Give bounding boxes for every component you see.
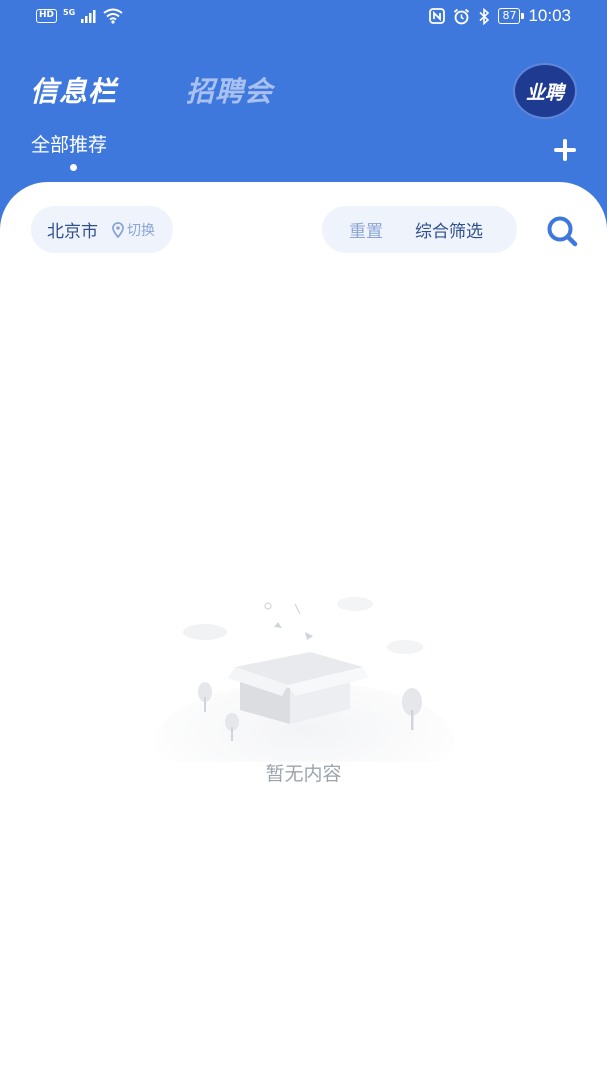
- logo-text: 业聘: [525, 81, 564, 104]
- content-panel: 北京市 切换 重置 综合筛选 暂无内容: [0, 182, 607, 1080]
- status-left: HD 5G: [36, 8, 123, 24]
- empty-box-icon: [155, 597, 455, 762]
- search-icon[interactable]: [545, 214, 579, 248]
- hd-badge: HD: [36, 9, 58, 23]
- tab-info-bar[interactable]: 信息栏: [30, 70, 117, 110]
- signal-icon: [81, 10, 96, 23]
- tab-job-fair[interactable]: 招聘会: [186, 70, 273, 110]
- location-pin-icon: [112, 221, 124, 238]
- app-logo[interactable]: 业聘: [513, 63, 577, 119]
- city-name: 北京市: [47, 222, 98, 242]
- switch-city-label[interactable]: 切换: [127, 220, 155, 240]
- empty-state-message: 暂无内容: [265, 763, 342, 785]
- alarm-icon: [454, 8, 470, 24]
- filter-bar: 重置 综合筛选: [322, 206, 517, 253]
- network-type-badge: 5G: [63, 7, 76, 17]
- status-right: 87 10:03: [429, 6, 571, 26]
- tab-all-recommended[interactable]: 全部推荐: [31, 130, 107, 157]
- status-bar: HD 5G 87 10:03: [0, 0, 607, 34]
- nfc-icon: [429, 8, 446, 24]
- city-selector[interactable]: 北京市 切换: [31, 206, 173, 253]
- clock: 10:03: [528, 6, 571, 25]
- bluetooth-icon: [479, 7, 490, 25]
- wifi-icon: [103, 8, 123, 24]
- filter-button[interactable]: 综合筛选: [415, 217, 483, 242]
- plus-icon[interactable]: [551, 136, 579, 164]
- active-tab-indicator: [70, 164, 77, 171]
- battery-icon: 87: [498, 8, 525, 24]
- reset-button[interactable]: 重置: [349, 217, 383, 242]
